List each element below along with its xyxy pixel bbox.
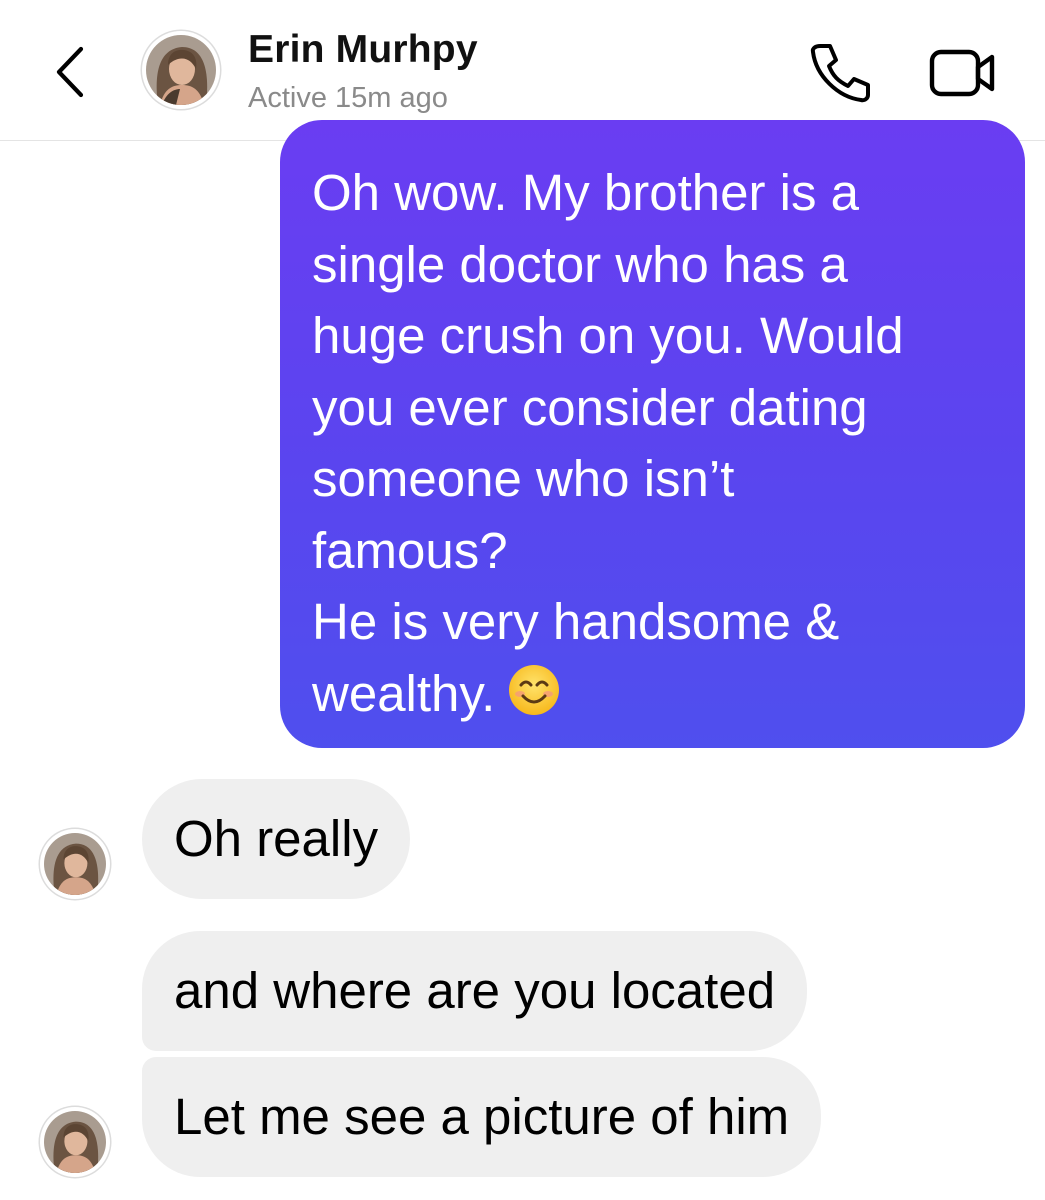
- received-message-bubble[interactable]: Oh really: [142, 779, 411, 899]
- back-button[interactable]: [46, 40, 94, 104]
- sent-message-bubble[interactable]: Oh wow. My brother is a single doctor wh…: [280, 120, 1025, 748]
- sender-avatar[interactable]: [40, 829, 110, 899]
- message-line: famous?: [312, 521, 508, 579]
- chevron-left-icon[interactable]: [53, 45, 87, 99]
- active-status: Active 15m ago: [248, 82, 448, 114]
- message-line: single doctor who has a: [312, 235, 848, 293]
- video-call-button[interactable]: [928, 42, 1000, 102]
- avatar-photo: [44, 833, 106, 895]
- avatar-photo: [44, 1111, 106, 1173]
- contact-name[interactable]: Erin Murhpy: [248, 28, 478, 72]
- message-line: huge crush on you. Would: [312, 307, 904, 364]
- message-text: and where are you located: [174, 962, 776, 1020]
- avatar-photo: [146, 35, 216, 105]
- received-message-bubble[interactable]: and where are you located: [142, 931, 808, 1051]
- message-line: someone who isn’t: [312, 450, 735, 507]
- message-line: He is very handsome &: [312, 593, 840, 650]
- smiling-face-icon: [507, 663, 561, 736]
- voice-call-button[interactable]: [806, 40, 872, 104]
- sender-avatar[interactable]: [40, 1107, 110, 1177]
- message-line: you ever consider dating: [312, 378, 868, 436]
- message-line: Oh wow. My brother is a: [312, 164, 860, 221]
- message-line: wealthy.: [312, 664, 496, 722]
- phone-icon[interactable]: [806, 40, 872, 104]
- message-text: Let me see a picture of him: [174, 1088, 790, 1146]
- video-camera-icon[interactable]: [928, 42, 1000, 102]
- received-message-bubble[interactable]: Let me see a picture of him: [142, 1057, 822, 1177]
- message-text: Oh really: [174, 810, 379, 868]
- message-last-line: wealthy.: [312, 658, 1005, 736]
- contact-avatar[interactable]: [142, 31, 220, 109]
